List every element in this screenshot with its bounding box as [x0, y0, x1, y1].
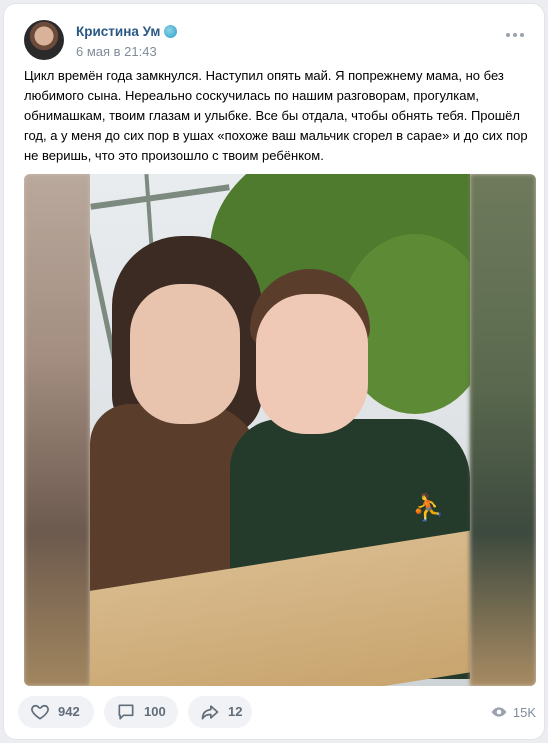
post-card: Кристина Ум 6 мая в 21:43 Цикл времён го… — [4, 4, 544, 739]
photo-blur-left — [24, 174, 90, 686]
author-name-text[interactable]: Кристина Ум — [76, 24, 160, 39]
more-dots-icon[interactable] — [506, 30, 526, 40]
share-count: 12 — [228, 704, 243, 719]
views-count: 15K — [512, 705, 536, 720]
author-name[interactable]: Кристина Ум — [76, 24, 178, 39]
like-button[interactable]: 942 — [18, 696, 94, 728]
verified-badge-icon — [164, 25, 178, 38]
comment-count: 100 — [144, 704, 166, 719]
photo-scene: ⛹ — [90, 174, 470, 686]
comment-icon — [118, 704, 134, 720]
like-count: 942 — [58, 704, 80, 719]
share-button[interactable]: 12 — [188, 696, 252, 728]
comment-button[interactable]: 100 — [104, 696, 178, 728]
post-date[interactable]: 6 мая в 21:43 — [76, 44, 157, 59]
avatar[interactable] — [24, 20, 64, 60]
post-text: Цикл времён года замкнулся. Наступил опя… — [24, 68, 528, 163]
heart-icon — [31, 704, 49, 720]
post-photo[interactable]: ⛹ — [24, 174, 536, 686]
share-icon — [201, 705, 219, 720]
eye-icon — [491, 707, 507, 717]
photo-blur-right — [470, 174, 536, 686]
views-counter: 15K — [491, 704, 536, 720]
jumpman-logo: ⛹ — [412, 492, 445, 522]
